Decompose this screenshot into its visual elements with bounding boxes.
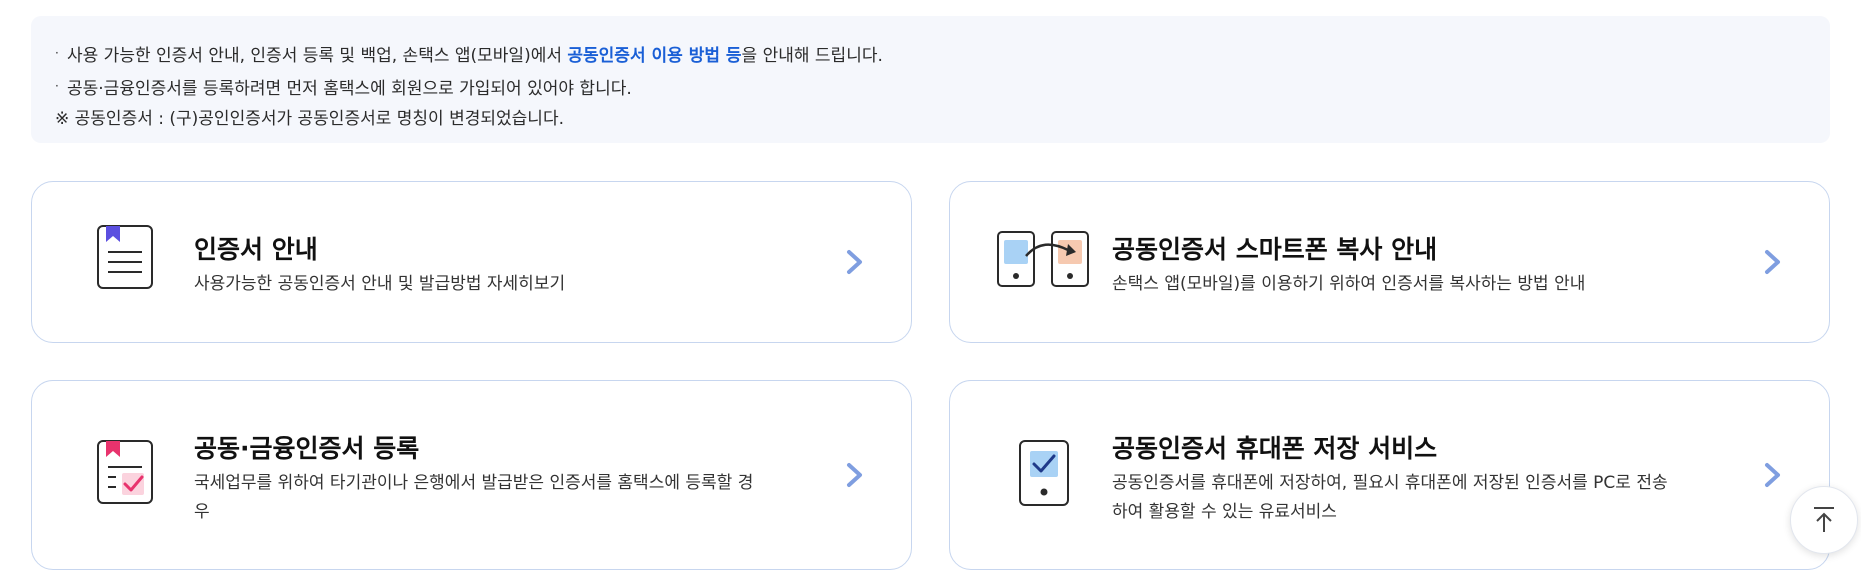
card-title: 공동·금융인증서 등록 — [194, 434, 420, 463]
notice-highlight: 공동인증서 이용 방법 등 — [567, 46, 742, 66]
chevron-right-icon — [1765, 463, 1780, 487]
card-description: 국세업무를 위하여 타기관이나 은행에서 발급받은 인증서를 홈택스에 등록할 … — [194, 473, 754, 522]
card-certificate-register[interactable]: 공동·금융인증서 등록 국세업무를 위하여 타기관이나 은행에서 발급받은 인증… — [31, 380, 912, 570]
card-title: 공동인증서 휴대폰 저장 서비스 — [1112, 434, 1438, 463]
card-title: 인증서 안내 — [194, 235, 318, 264]
phone-copy-icon — [997, 231, 1089, 287]
card-description: 공동인증서를 휴대폰에 저장하여, 필요시 휴대폰에 저장된 인증서를 PC로 … — [1112, 473, 1668, 522]
card-description: 손택스 앱(모바일)를 이용하기 위하여 인증서를 복사하는 방법 안내 — [1112, 274, 1586, 294]
arrow-up-icon — [1814, 507, 1834, 532]
notice-line-3: ※ 공동인증서 : (구)공인인증서가 공동인증서로 명칭이 변경되었습니다. — [55, 109, 564, 129]
card-certificate-guide[interactable]: 인증서 안내 사용가능한 공동인증서 안내 및 발급방법 자세히보기 — [31, 181, 912, 343]
card-phone-storage[interactable]: 공동인증서 휴대폰 저장 서비스 공동인증서를 휴대폰에 저장하여, 필요시 휴… — [949, 380, 1830, 570]
document-check-icon — [97, 440, 153, 504]
notice-box: · 사용 가능한 인증서 안내, 인증서 등록 및 백업, 손택스 앱(모바일)에… — [31, 16, 1830, 143]
notice-line-2: · 공동·금융인증서를 등록하려면 먼저 홈택스에 회원으로 가입되어 있어야 합… — [55, 79, 632, 99]
chevron-right-icon — [1765, 250, 1780, 274]
card-smartphone-copy[interactable]: 공동인증서 스마트폰 복사 안내 손택스 앱(모바일)를 이용하기 위하여 인증… — [949, 181, 1830, 343]
chevron-right-icon — [847, 463, 862, 487]
chevron-right-icon — [847, 250, 862, 274]
scroll-top-button[interactable] — [1790, 486, 1858, 554]
phone-check-icon — [1019, 440, 1069, 506]
notice-line-1: · 사용 가능한 인증서 안내, 인증서 등록 및 백업, 손택스 앱(모바일)에… — [55, 46, 883, 66]
card-title: 공동인증서 스마트폰 복사 안내 — [1112, 235, 1438, 264]
card-description: 사용가능한 공동인증서 안내 및 발급방법 자세히보기 — [194, 274, 566, 294]
document-bookmark-icon — [97, 225, 153, 289]
